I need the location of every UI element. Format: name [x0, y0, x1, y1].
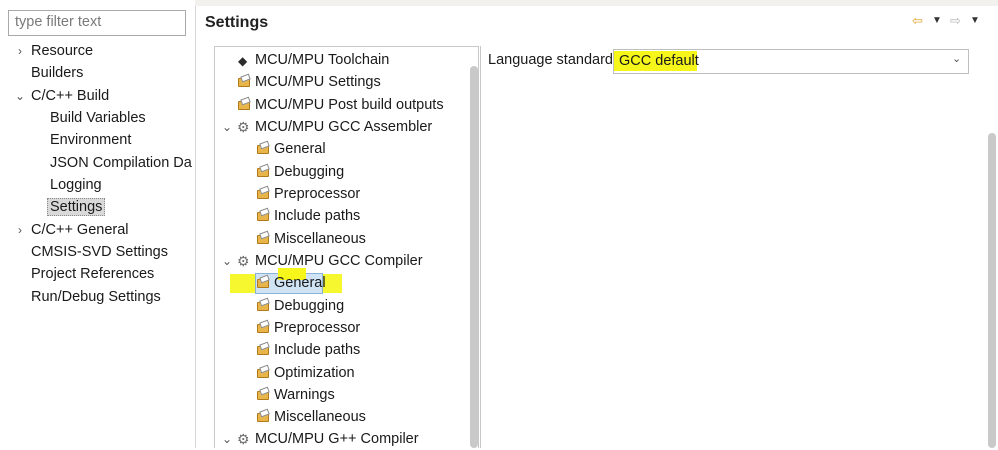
chevron-down-icon[interactable]: ⌄ [952, 52, 961, 65]
settings-folder-icon [256, 298, 270, 312]
language-standard-value: GCC default [619, 53, 699, 69]
settings-folder-icon [256, 186, 270, 200]
nav-item-run-debug[interactable]: Run/Debug Settings [31, 286, 161, 308]
options-scrollbar[interactable] [988, 133, 996, 448]
settings-folder-icon [256, 275, 270, 289]
nav-item-json-compilation[interactable]: JSON Compilation Da [50, 152, 192, 174]
back-arrow-icon[interactable]: ⇦ [912, 13, 923, 29]
language-standard-label: Language standard [488, 52, 613, 68]
chevron-right-icon[interactable]: › [14, 40, 26, 62]
tree-item-asm-debugging[interactable]: Debugging [256, 161, 344, 183]
tree-item-asm-general[interactable]: General [256, 138, 326, 160]
gear-icon [237, 250, 251, 272]
tree-item-cc-preprocessor[interactable]: Preprocessor [256, 317, 360, 339]
nav-item-cmsis-svd[interactable]: CMSIS-SVD Settings [31, 241, 168, 263]
tree-item-cc-warnings[interactable]: Warnings [256, 384, 335, 406]
tree-scrollbar[interactable] [470, 66, 478, 448]
settings-folder-icon [256, 208, 270, 222]
filter-input[interactable]: type filter text [8, 10, 186, 36]
nav-item-settings[interactable]: Settings [47, 196, 106, 218]
settings-folder-icon [256, 141, 270, 155]
settings-folder-icon [237, 97, 251, 111]
nav-item-builders[interactable]: Builders [31, 62, 83, 84]
settings-folder-icon [256, 365, 270, 379]
chevron-down-icon[interactable]: ⌄ [221, 116, 233, 138]
chevron-down-icon[interactable]: ⌄ [221, 428, 233, 450]
tree-item-gcc-assembler[interactable]: ⌄ MCU/MPU GCC Assembler [222, 116, 432, 138]
gear-icon [237, 116, 251, 138]
tree-item-toolchain[interactable]: MCU/MPU Toolchain [237, 49, 389, 72]
settings-folder-icon [256, 320, 270, 334]
tree-item-cc-optimization[interactable]: Optimization [256, 362, 355, 384]
tree-item-mcu-settings[interactable]: MCU/MPU Settings [237, 71, 381, 93]
dropdown-icon[interactable]: ▼ [970, 15, 980, 26]
tree-item-cc-miscellaneous[interactable]: Miscellaneous [256, 406, 366, 428]
dropdown-icon[interactable]: ▼ [932, 15, 942, 26]
tool-icon [237, 50, 251, 72]
settings-folder-icon [237, 74, 251, 88]
forward-arrow-icon[interactable]: ⇨ [950, 13, 961, 29]
settings-folder-icon [256, 342, 270, 356]
tree-item-asm-miscellaneous[interactable]: Miscellaneous [256, 228, 366, 250]
tree-item-gpp-compiler[interactable]: ⌄ MCU/MPU G++ Compiler [222, 428, 419, 450]
tree-item-asm-preprocessor[interactable]: Preprocessor [256, 183, 360, 205]
settings-folder-icon [256, 231, 270, 245]
options-pane [480, 46, 998, 448]
page-title: Settings [205, 14, 269, 31]
nav-item-cpp-general[interactable]: › C/C++ General [18, 219, 129, 241]
gear-icon [237, 428, 251, 450]
tree-item-gcc-compiler[interactable]: ⌄ MCU/MPU GCC Compiler [222, 250, 423, 272]
nav-item-environment[interactable]: Environment [50, 129, 131, 151]
tree-item-cc-include-paths[interactable]: Include paths [256, 339, 360, 361]
nav-item-cpp-build[interactable]: ⌄ C/C++ Build [15, 85, 109, 107]
chevron-right-icon[interactable]: › [14, 219, 26, 241]
chevron-down-icon[interactable]: ⌄ [14, 85, 26, 107]
nav-item-project-references[interactable]: Project References [31, 263, 154, 285]
tree-item-cc-debugging[interactable]: Debugging [256, 295, 344, 317]
nav-item-build-variables[interactable]: Build Variables [50, 107, 146, 129]
tree-item-post-build[interactable]: MCU/MPU Post build outputs [237, 94, 444, 116]
nav-item-logging[interactable]: Logging [50, 174, 102, 196]
nav-item-resource[interactable]: › Resource [18, 40, 93, 62]
settings-folder-icon [256, 164, 270, 178]
chevron-down-icon[interactable]: ⌄ [221, 250, 233, 272]
settings-folder-icon [256, 387, 270, 401]
tree-item-cc-general[interactable]: General [256, 272, 326, 294]
tree-item-asm-include-paths[interactable]: Include paths [256, 205, 360, 227]
top-band [195, 0, 998, 6]
settings-folder-icon [256, 409, 270, 423]
